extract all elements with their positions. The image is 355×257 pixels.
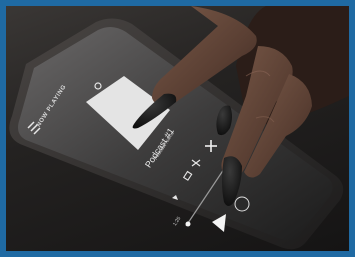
photo-frame: NOW PLAYING Podcast #1 Podcast Name 1:25 xyxy=(0,0,355,257)
next-icon[interactable] xyxy=(234,196,250,212)
photo-scene xyxy=(9,6,349,250)
progress-thumb[interactable] xyxy=(185,221,191,227)
